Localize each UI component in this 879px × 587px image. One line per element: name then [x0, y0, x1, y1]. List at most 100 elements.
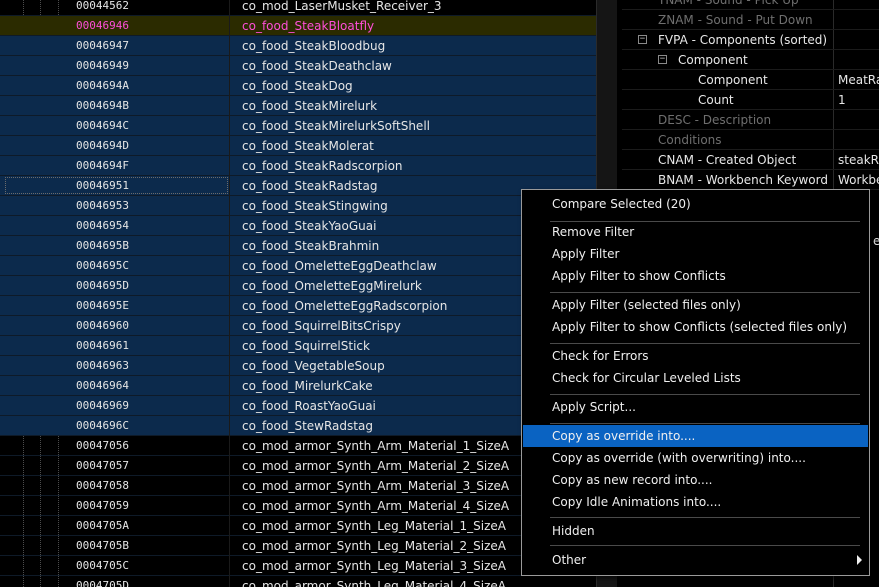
menu-separator	[550, 545, 860, 546]
record-editor-id: co_mod_armor_Synth_Arm_Material_2_SizeA	[242, 459, 510, 473]
collapse-icon[interactable]: −	[658, 55, 667, 64]
menu-item-apply-script[interactable]: Apply Script...	[523, 396, 868, 418]
record-editor-id: co_food_OmeletteEggMirelurk	[242, 279, 422, 293]
record-row[interactable]: 00046949 co_food_SteakDeathclaw	[0, 56, 596, 76]
record-formid: 00046963	[76, 359, 129, 372]
menu-item-apply-filter-conflicts-selected-files[interactable]: Apply Filter to show Conflicts (selected…	[523, 316, 868, 338]
menu-separator	[550, 343, 860, 344]
detail-row[interactable]: Conditions	[622, 130, 879, 150]
record-row[interactable]: 0004696C co_food_StewRadstag	[0, 416, 596, 436]
menu-item-check-errors[interactable]: Check for Errors	[523, 345, 868, 367]
record-editor-id: co_mod_armor_Synth_Arm_Material_4_SizeA	[242, 499, 510, 513]
record-editor-id: co_food_SteakMolerat	[242, 139, 374, 153]
detail-row[interactable]: CNAM - Created Object steakRa	[622, 150, 879, 170]
detail-value: steakRa	[838, 153, 879, 167]
detail-label: Component	[678, 53, 748, 67]
record-editor-id: co_food_VegetableSoup	[242, 359, 385, 373]
detail-row[interactable]: YNAM - Sound - Pick Up	[622, 0, 879, 10]
record-row[interactable]: 00046953 co_food_SteakStingwing	[0, 196, 596, 216]
record-row[interactable]: 00046954 co_food_SteakYaoGuai	[0, 216, 596, 236]
record-formid: 00046946	[76, 19, 129, 32]
menu-item-remove-filter[interactable]: Remove Filter	[523, 221, 868, 243]
record-formid: 0004705C	[76, 559, 129, 572]
menu-item-apply-filter-conflicts[interactable]: Apply Filter to show Conflicts	[523, 265, 868, 287]
record-row[interactable]: 00046951 co_food_SteakRadstag	[0, 176, 596, 196]
detail-row[interactable]: BNAM - Workbench Keyword Workbe	[622, 170, 879, 190]
record-formid: 00046961	[76, 339, 129, 352]
menu-item-copy-as-override[interactable]: Copy as override into....	[523, 425, 868, 447]
record-editor-id: co_food_SquirrelStick	[242, 339, 370, 353]
detail-row[interactable]: − FVPA - Components (sorted)	[622, 30, 879, 50]
column-divider	[229, 0, 230, 587]
detail-label: FVPA - Components (sorted)	[658, 33, 828, 47]
record-row[interactable]: 00046946 co_food_SteakBloatfly	[0, 16, 596, 36]
detail-label: BNAM - Workbench Keyword	[658, 173, 828, 187]
record-formid: 00046960	[76, 319, 129, 332]
record-row[interactable]: 0004695B co_food_SteakBrahmin	[0, 236, 596, 256]
record-formid: 00046951	[76, 179, 129, 192]
record-formid: 0004694F	[76, 159, 129, 172]
record-row[interactable]: 00046969 co_food_RoastYaoGuai	[0, 396, 596, 416]
context-menu[interactable]: Compare Selected (20) Remove Filter Appl…	[521, 189, 870, 576]
menu-item-copy-as-override-overwriting[interactable]: Copy as override (with overwriting) into…	[523, 447, 868, 469]
record-row[interactable]: 0004694C co_food_SteakMirelurkSoftShell	[0, 116, 596, 136]
record-row[interactable]: 00046961 co_food_SquirrelStick	[0, 336, 596, 356]
detail-row[interactable]: Component MeatRa	[622, 70, 879, 90]
detail-value: 1	[838, 93, 846, 107]
record-row[interactable]: 0004694B co_food_SteakMirelurk	[0, 96, 596, 116]
record-row[interactable]: 0004694D co_food_SteakMolerat	[0, 136, 596, 156]
detail-label: ZNAM - Sound - Put Down	[658, 13, 813, 27]
record-row[interactable]: 00047058 co_mod_armor_Synth_Arm_Material_…	[0, 476, 596, 496]
details-partial-text: e	[873, 234, 879, 248]
record-row[interactable]: 00046947 co_food_SteakBloodbug	[0, 36, 596, 56]
record-row[interactable]: 0004705B co_mod_armor_Synth_Leg_Material_…	[0, 536, 596, 556]
record-list[interactable]: 00044562 co_mod_LaserMusket_Receiver_3 000…	[0, 0, 596, 587]
record-row[interactable]: 0004705D co_mod_armor_Synth_Leg_Material_…	[0, 576, 596, 587]
detail-row[interactable]: Count 1	[622, 90, 879, 110]
record-editor-id: co_food_SteakDog	[242, 79, 353, 93]
detail-label: YNAM - Sound - Pick Up	[658, 0, 799, 7]
record-editor-id: co_mod_armor_Synth_Leg_Material_3_SizeA	[242, 559, 506, 573]
detail-row[interactable]: DESC - Description	[622, 110, 879, 130]
record-formid: 0004694A	[76, 79, 129, 92]
menu-item-hidden[interactable]: Hidden	[523, 520, 868, 542]
record-row[interactable]: 0004695D co_food_OmeletteEggMirelurk	[0, 276, 596, 296]
record-row[interactable]: 00047059 co_mod_armor_Synth_Arm_Material_…	[0, 496, 596, 516]
detail-label: Component	[698, 73, 768, 87]
record-row[interactable]: 00046963 co_food_VegetableSoup	[0, 356, 596, 376]
detail-label: Conditions	[658, 133, 722, 147]
record-row[interactable]: 00046960 co_food_SquirrelBitsCrispy	[0, 316, 596, 336]
record-formid: 0004695D	[76, 279, 129, 292]
record-row[interactable]: 00047056 co_mod_armor_Synth_Arm_Material_…	[0, 436, 596, 456]
menu-separator	[550, 423, 860, 424]
record-editor-id: co_mod_armor_Synth_Arm_Material_1_SizeA	[242, 439, 510, 453]
menu-item-copy-idle-animations[interactable]: Copy Idle Animations into....	[523, 491, 868, 513]
record-row[interactable]: 0004694F co_food_SteakRadscorpion	[0, 156, 596, 176]
menu-item-other[interactable]: Other	[523, 549, 868, 571]
record-formid: 00047056	[76, 439, 129, 452]
record-formid: 00046969	[76, 399, 129, 412]
detail-row[interactable]: − Component	[622, 50, 879, 70]
menu-item-apply-filter[interactable]: Apply Filter	[523, 243, 868, 265]
record-row[interactable]: 00047057 co_mod_armor_Synth_Arm_Material_…	[0, 456, 596, 476]
record-row[interactable]: 0004695C co_food_OmeletteEggDeathclaw	[0, 256, 596, 276]
record-formid: 00047058	[76, 479, 129, 492]
menu-item-compare-selected[interactable]: Compare Selected (20)	[523, 193, 868, 215]
record-row[interactable]: 0004705C co_mod_armor_Synth_Leg_Material_…	[0, 556, 596, 576]
record-row[interactable]: 00046964 co_food_MirelurkCake	[0, 376, 596, 396]
record-row[interactable]: 0004705A co_mod_armor_Synth_Leg_Material_…	[0, 516, 596, 536]
menu-item-copy-as-new-record[interactable]: Copy as new record into....	[523, 469, 868, 491]
record-row[interactable]: 0004695E co_food_OmeletteEggRadscorpion	[0, 296, 596, 316]
menu-item-check-circular-leveled-lists[interactable]: Check for Circular Leveled Lists	[523, 367, 868, 389]
record-row[interactable]: 0004694A co_food_SteakDog	[0, 76, 596, 96]
record-editor-id: co_food_OmeletteEggDeathclaw	[242, 259, 437, 273]
record-editor-id: co_food_SteakMirelurkSoftShell	[242, 119, 430, 133]
record-formid: 00046949	[76, 59, 129, 72]
record-editor-id: co_food_SteakBrahmin	[242, 239, 380, 253]
record-row[interactable]: 00044562 co_mod_LaserMusket_Receiver_3	[0, 0, 596, 16]
menu-item-apply-filter-selected-files[interactable]: Apply Filter (selected files only)	[523, 294, 868, 316]
detail-row[interactable]: ZNAM - Sound - Put Down	[622, 10, 879, 30]
record-formid: 0004694C	[76, 119, 129, 132]
collapse-icon[interactable]: −	[638, 35, 647, 44]
record-editor-id: co_food_OmeletteEggRadscorpion	[242, 299, 448, 313]
